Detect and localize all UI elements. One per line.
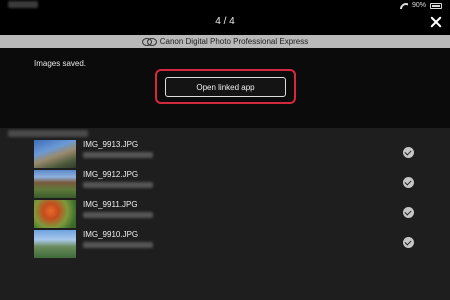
thumbnail — [34, 140, 76, 168]
file-name: IMG_9910.JPG — [83, 230, 139, 239]
thumbnail — [34, 170, 76, 198]
file-name: IMG_9912.JPG — [83, 170, 139, 179]
file-list: IMG_9913.JPG IMG_9912.JPG IMG_9911.JPG I… — [0, 128, 450, 300]
file-date — [83, 182, 153, 188]
list-item[interactable]: IMG_9910.JPG — [34, 230, 434, 258]
result-panel: Images saved. Open linked app — [0, 48, 450, 128]
page-counter: 4 / 4 — [215, 16, 235, 27]
date-header — [8, 130, 88, 137]
status-time — [8, 1, 38, 8]
list-item[interactable]: IMG_9913.JPG — [34, 140, 434, 168]
check-icon[interactable] — [403, 207, 414, 218]
file-name: IMG_9913.JPG — [83, 140, 139, 149]
wifi-icon — [400, 3, 408, 9]
thumbnail — [34, 200, 76, 228]
file-date — [83, 212, 153, 218]
file-date — [83, 152, 153, 158]
battery-icon — [430, 2, 442, 9]
check-icon[interactable] — [403, 147, 414, 158]
canon-logo-icon — [141, 38, 157, 46]
app-banner: Canon Digital Photo Professional Express — [0, 35, 450, 48]
list-item[interactable]: IMG_9911.JPG — [34, 200, 434, 228]
list-item[interactable]: IMG_9912.JPG — [34, 170, 434, 198]
status-bar: 90% — [0, 0, 450, 11]
file-date — [83, 242, 153, 248]
top-bar: 4 / 4 — [0, 11, 450, 35]
battery-percent: 90% — [411, 2, 426, 9]
close-icon[interactable] — [428, 14, 444, 30]
saved-message: Images saved. — [34, 59, 87, 68]
thumbnail — [34, 230, 76, 258]
status-right: 90% — [400, 1, 442, 10]
banner-app-name: Canon Digital Photo Professional Express — [159, 37, 309, 46]
check-icon[interactable] — [403, 237, 414, 248]
check-icon[interactable] — [403, 177, 414, 188]
file-name: IMG_9911.JPG — [83, 200, 138, 209]
open-linked-app-button[interactable]: Open linked app — [165, 77, 286, 97]
